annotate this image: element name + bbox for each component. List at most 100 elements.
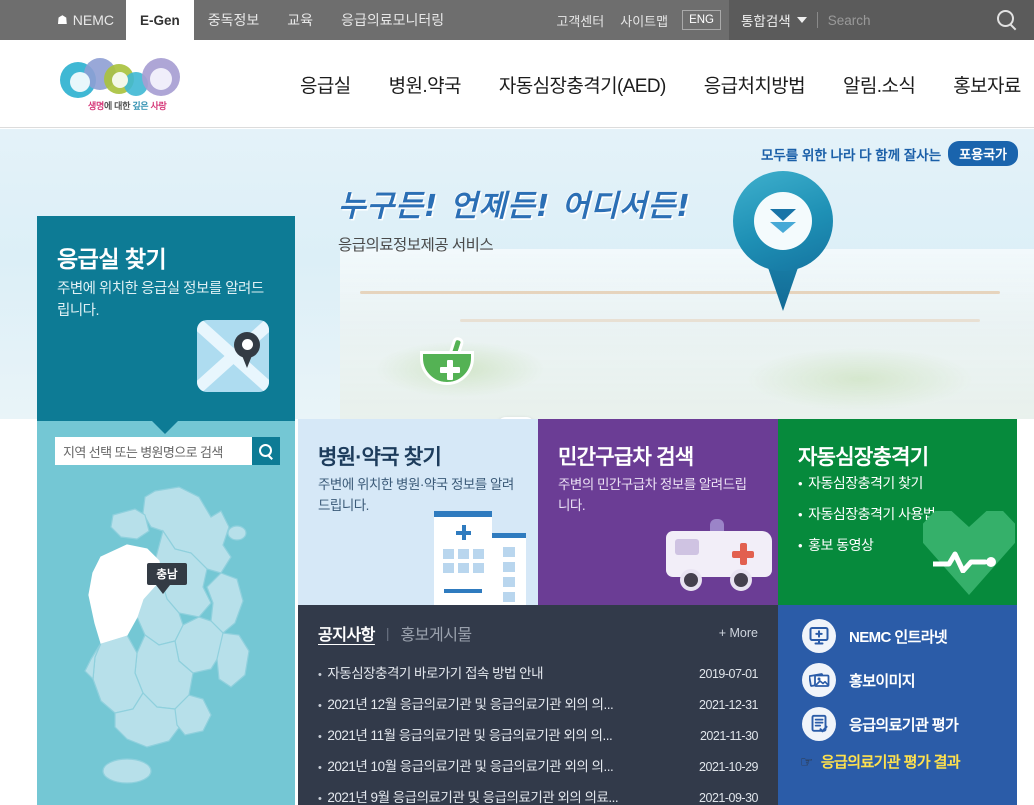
customer-center-link[interactable]: 고객센터: [548, 0, 612, 40]
global-search-zone: 통합검색 Search: [729, 0, 1034, 40]
government-slogan-badge: 포용국가: [948, 141, 1018, 166]
topbar-tab-poison[interactable]: 중독정보: [194, 0, 274, 40]
region-search-button[interactable]: [252, 437, 280, 465]
er-panel-title: 응급실 찾기: [57, 246, 167, 272]
map-pin-inner: [754, 192, 812, 250]
site-header: 생명에 대한 깊은 사랑 응급실 병원.약국 자동심장충격기(AED) 응급처치…: [0, 40, 1034, 128]
sitemap-link[interactable]: 사이트맵: [612, 0, 676, 40]
nav-emergency-room[interactable]: 응급실: [300, 71, 351, 98]
aed-link-video[interactable]: • 홍보 동영상: [798, 535, 935, 555]
topbar-home-label: NEMC: [72, 12, 114, 28]
government-slogan: 모두를 위한 나라 다 함께 잘사는 포용국가: [761, 141, 1018, 166]
region-search-input[interactable]: 지역 선택 또는 병원명으로 검색: [55, 437, 252, 465]
aed-link-howto[interactable]: • 자동심장충격기 사용법: [798, 504, 936, 524]
card-aed-links: • 자동심장충격기 찾기 • 자동심장충격기 사용법 • 홍보 동영상: [798, 473, 936, 566]
notice-date: 2021-10-29: [699, 760, 758, 774]
card-ambulance-title: 민간구급차 검색: [558, 446, 694, 469]
er-panel-description: 주변에 위치한 응급실 정보를 알려드립니다.: [57, 281, 264, 319]
government-slogan-text: 모두를 위한 나라 다 함께 잘사는: [760, 147, 942, 163]
global-search-input[interactable]: Search: [828, 13, 996, 28]
top-utility-bar: ☗ NEMC E-Gen 중독정보 교육 응급의료모니터링 고객센터 사이트맵 …: [0, 0, 1034, 40]
bullet-icon: •: [318, 762, 322, 774]
topbar-tab-monitoring[interactable]: 응급의료모니터링: [327, 0, 458, 40]
chevron-down-icon: [770, 209, 796, 221]
heartbeat-icon: [923, 511, 1015, 601]
notice-title: 2021년 12월 응급의료기관 및 응급의료기관 외의 의...: [327, 697, 614, 712]
tab-promotions[interactable]: 홍보게시물: [401, 621, 473, 645]
card-aed[interactable]: 자동심장충격기 • 자동심장충격기 찾기 • 자동심장충격기 사용법 • 홍보 …: [778, 419, 1017, 605]
quick-link-evaluation-label: 응급의료기관 평가: [849, 716, 959, 734]
logo-tagline: 생명에 대한 깊은 사랑: [88, 101, 167, 111]
notice-date: 2021-12-31: [699, 698, 758, 712]
bullet-icon: •: [318, 669, 322, 681]
notice-date: 2021-11-30: [699, 729, 759, 743]
ecg-line: [933, 551, 996, 573]
aed-link-find[interactable]: • 자동심장충격기 찾기: [798, 473, 935, 493]
hero-map-background: [340, 249, 1034, 419]
notice-title: 2021년 10월 응급의료기관 및 응급의료기관 외의 의...: [327, 759, 614, 774]
nav-promotional-materials[interactable]: 홍보자료: [953, 71, 1021, 98]
quick-link-promo-images[interactable]: 홍보이미지: [802, 663, 1017, 697]
region-search-input-wrap[interactable]: 지역 선택 또는 병원명으로 검색: [55, 437, 280, 465]
notice-row[interactable]: • 2021년 9월 응급의료기관 및 응급의료기관 외의 의료... 2021…: [318, 786, 758, 805]
topbar-tab-education-label: 교육: [287, 12, 314, 28]
card-aed-title: 자동심장충격기: [798, 446, 929, 469]
quick-link-intranet[interactable]: NEMC 인트라넷: [802, 619, 1017, 653]
topbar-home-nemc[interactable]: ☗ NEMC: [43, 0, 126, 40]
topbar-tab-education[interactable]: 교육: [273, 0, 327, 40]
ambulance-icon: [666, 515, 772, 595]
notice-board: 공지사항 | 홍보게시물 + More • 자동심장충격기 바로가기 접속 방법…: [298, 605, 778, 805]
notice-list: • 자동심장충격기 바로가기 접속 방법 안내 2019-07-01 • 202…: [318, 662, 759, 805]
notice-row[interactable]: • 2021년 10월 응급의료기관 및 응급의료기관 외의 의... 2021…: [318, 755, 758, 775]
notice-row[interactable]: • 자동심장충격기 바로가기 접속 방법 안내 2019-07-01: [318, 662, 758, 682]
notice-more-link[interactable]: + More: [719, 626, 758, 640]
pharmacy-mortar-icon: [420, 335, 474, 385]
logo-circle-inner-3: [150, 68, 172, 90]
search-scope-select[interactable]: 통합검색: [741, 10, 807, 30]
map-pin-icon: [733, 171, 833, 311]
nav-news[interactable]: 알림.소식: [843, 71, 916, 98]
notice-date: 2021-09-30: [699, 791, 758, 805]
notice-row[interactable]: • 2021년 11월 응급의료기관 및 응급의료기관 외의 의... 2021…: [318, 724, 759, 744]
quick-link-promo-images-label: 홍보이미지: [849, 672, 916, 690]
search-icon[interactable]: [996, 9, 1018, 31]
divider: |: [385, 625, 390, 641]
notice-tabs: 공지사항 | 홍보게시물 + More: [318, 621, 758, 645]
tab-notices[interactable]: 공지사항: [318, 621, 375, 645]
logo-tagline-part-1: 생명: [88, 101, 104, 111]
notice-title: 자동심장충격기 바로가기 접속 방법 안내: [327, 666, 544, 681]
ambulance-wheel: [730, 569, 752, 591]
divider: [816, 12, 818, 28]
logo-circle-inner-2: [112, 72, 128, 88]
panel-notch: [152, 421, 178, 434]
notice-row[interactable]: • 2021년 12월 응급의료기관 및 응급의료기관 외의 의... 2021…: [318, 693, 758, 713]
korea-region-map[interactable]: 충남: [71, 483, 271, 793]
quick-link-intranet-label: NEMC 인트라넷: [849, 628, 948, 646]
hero-subtitle: 응급의료정보제공 서비스: [338, 237, 494, 254]
language-toggle-eng[interactable]: ENG: [682, 10, 721, 30]
bullet-icon: •: [798, 476, 803, 491]
bullet-icon: •: [798, 538, 803, 553]
nav-aed[interactable]: 자동심장충격기(AED): [499, 71, 666, 98]
nav-hospital-pharmacy[interactable]: 병원.약국: [389, 71, 462, 98]
notice-title: 2021년 9월 응급의료기관 및 응급의료기관 외의 의료...: [327, 790, 619, 805]
egen-logo[interactable]: 생명에 대한 깊은 사랑: [60, 58, 195, 116]
card-ambulance-description: 주변의 민간구급차 정보를 알려드립니다.: [558, 477, 747, 513]
emergency-room-finder-panel[interactable]: 응급실 찾기 주변에 위치한 응급실 정보를 알려드립니다.: [37, 216, 295, 421]
card-private-ambulance[interactable]: 민간구급차 검색 주변의 민간구급차 정보를 알려드립니다.: [538, 419, 778, 605]
topbar-tab-egen[interactable]: E-Gen: [126, 0, 194, 40]
nav-first-aid[interactable]: 응급처치방법: [704, 71, 806, 98]
hospital-building-icon: [434, 507, 526, 605]
logo-mark: [60, 58, 195, 98]
quick-link-evaluation[interactable]: 응급의료기관 평가: [802, 707, 1017, 741]
card-hospital-title: 병원·약국 찾기: [318, 446, 442, 469]
monitor-plus-icon: [802, 619, 836, 653]
home-icon: ☗: [57, 13, 68, 27]
quick-link-evaluation-results[interactable]: ☞ 응급의료기관 평가 결과: [800, 751, 1017, 772]
quick-link-evaluation-results-label: 응급의료기관 평가 결과: [820, 754, 961, 771]
hero-copy: 누구든! 언제든! 어디서든! 응급의료정보제공 서비스: [338, 181, 691, 255]
region-search-band: 지역 선택 또는 병원명으로 검색 충남: [37, 421, 295, 805]
aed-link-find-label: 자동심장충격기 찾기: [808, 475, 923, 491]
cross-icon: [732, 543, 754, 565]
card-hospital-pharmacy[interactable]: 병원·약국 찾기 주변에 위치한 병원·약국 정보를 알려드립니다.: [298, 419, 538, 605]
